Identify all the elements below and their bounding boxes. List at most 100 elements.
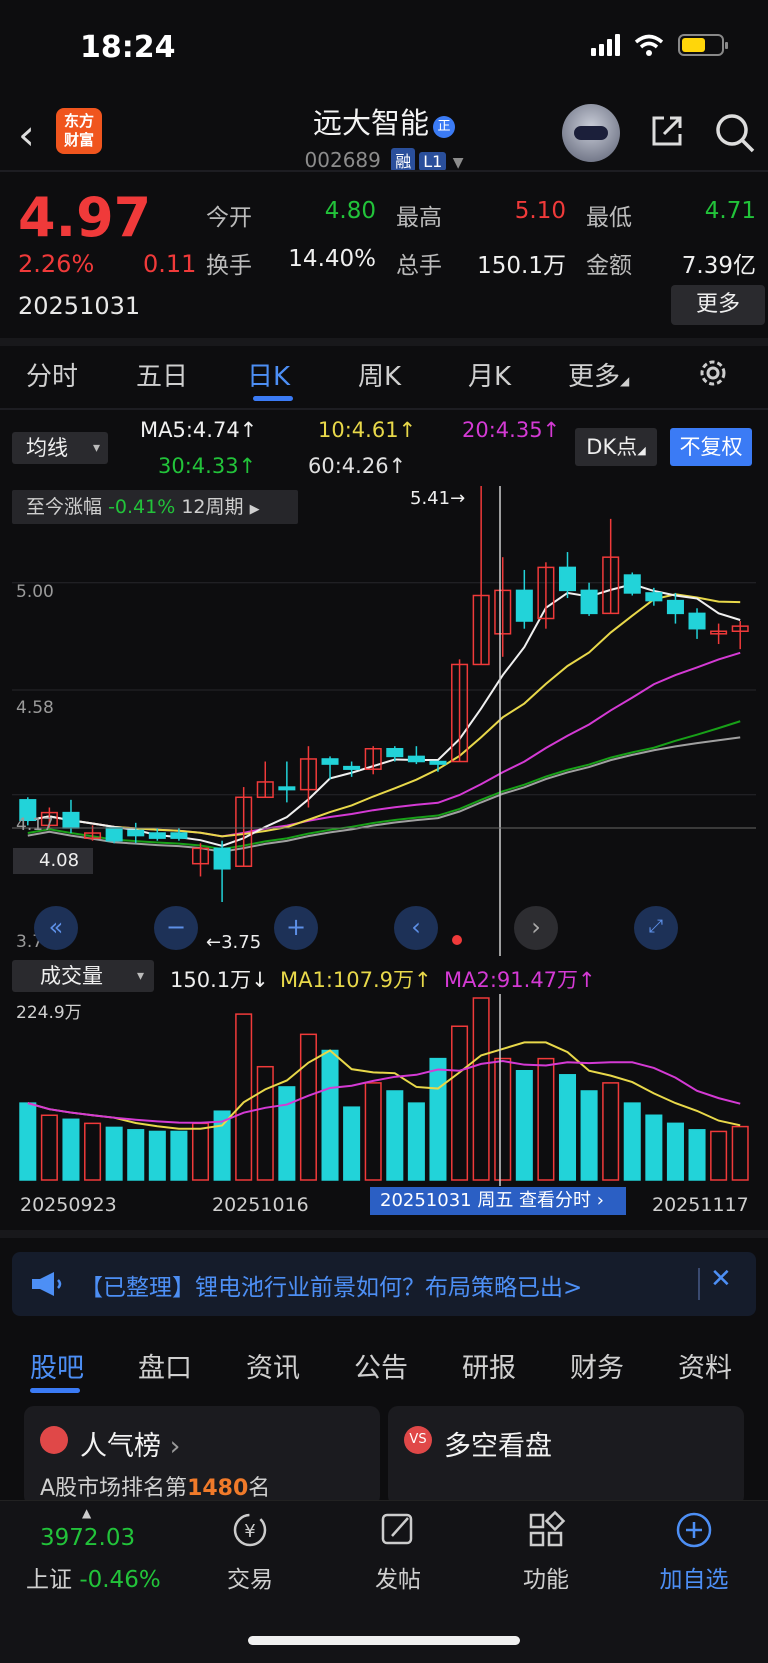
- candle-body: [321, 758, 339, 765]
- dk-point-button[interactable]: DK点◢: [575, 428, 657, 466]
- close-icon[interactable]: ✕: [710, 1264, 732, 1294]
- tab-orderbook[interactable]: 盘口: [138, 1346, 192, 1385]
- date-tooltip[interactable]: 20251031 周五 查看分时 ›: [370, 1187, 626, 1215]
- volume-indicator-select[interactable]: 成交量: [12, 960, 154, 992]
- tab-news[interactable]: 资讯: [246, 1346, 300, 1385]
- volume-bar: [580, 1090, 598, 1181]
- volume-ma2: MA2:91.47万↑: [444, 968, 596, 992]
- tab-more-label: 更多: [568, 362, 621, 392]
- candle-body: [127, 829, 145, 837]
- trade-icon[interactable]: ¥: [230, 1510, 270, 1550]
- nav-add-watchlist[interactable]: 加自选: [644, 1560, 744, 1594]
- megaphone-icon: [32, 1272, 62, 1296]
- date-tooltip-text: 20251031 周五 查看分时: [380, 1190, 592, 1211]
- home-indicator: [248, 1636, 520, 1645]
- nav-trade[interactable]: 交易: [200, 1560, 300, 1594]
- open-value: 4.80: [324, 198, 376, 224]
- ma60-value: 60:4.26↑: [308, 454, 407, 478]
- volume-bar: [105, 1126, 123, 1181]
- quote-date: 20251031: [18, 292, 141, 320]
- tab-monthly-k[interactable]: 月K: [468, 356, 511, 393]
- tab-daily-k[interactable]: 日K: [247, 356, 290, 393]
- index-value[interactable]: 3972.03: [40, 1525, 135, 1551]
- volume-bar: [62, 1118, 80, 1181]
- candle-body: [623, 574, 641, 594]
- grid-icon[interactable]: [526, 1510, 566, 1550]
- no-adjust-button[interactable]: 不复权: [670, 428, 752, 466]
- zoom-in-icon[interactable]: +: [274, 906, 318, 950]
- nav-post[interactable]: 发帖: [348, 1560, 448, 1594]
- volume-bar: [191, 1122, 210, 1181]
- kline-chart[interactable]: [12, 486, 756, 956]
- news-text[interactable]: 【已整理】锂电池行业前景如何？布局策略已出>: [80, 1268, 582, 1302]
- rank-number: 1480: [187, 1476, 249, 1501]
- battery-icon: [678, 34, 728, 56]
- volume-bar: [148, 1130, 166, 1181]
- turnover-label: 换手: [206, 253, 252, 279]
- add-watchlist-icon[interactable]: [674, 1510, 714, 1550]
- index-pct: -0.46%: [79, 1567, 161, 1593]
- volume-chart[interactable]: [12, 994, 756, 1186]
- range-label: 至今涨幅: [26, 496, 103, 518]
- volume-bar: [170, 1130, 188, 1181]
- amount-value: 7.39亿: [681, 253, 756, 279]
- index-line[interactable]: 上证 -0.46%: [26, 1560, 161, 1594]
- tab-intraday[interactable]: 分时: [26, 356, 78, 393]
- search-icon[interactable]: [714, 112, 756, 154]
- tab-forum[interactable]: 股吧: [30, 1346, 84, 1385]
- candle-body: [645, 592, 663, 602]
- min-price-marker: ←3.75: [206, 932, 262, 953]
- corner-arrow-icon: ◢: [637, 444, 646, 457]
- volume-bar: [688, 1129, 706, 1181]
- tab-more-periods[interactable]: 更多◢: [568, 356, 629, 393]
- volume-bar: [256, 1065, 274, 1181]
- chart-divider: [0, 1230, 768, 1238]
- volume-bar: [364, 1082, 382, 1181]
- range-gain-box[interactable]: 至今涨幅 -0.41% 12周期 ▶: [12, 490, 298, 524]
- assistant-robot-icon[interactable]: [562, 104, 620, 162]
- volume-bar: [666, 1122, 684, 1181]
- last-price: 4.97: [18, 186, 152, 249]
- y-label-4-58: 4.58: [16, 698, 54, 718]
- prev-icon[interactable]: ‹: [394, 906, 438, 950]
- open-label: 今开: [206, 205, 252, 231]
- tab-weekly-k[interactable]: 周K: [358, 356, 401, 393]
- ma10-value: 10:4.61↑: [318, 418, 417, 442]
- share-icon[interactable]: [648, 112, 686, 150]
- nav-functions[interactable]: 功能: [496, 1560, 596, 1594]
- tabs-divider: [0, 408, 768, 410]
- section-tab-underline: [30, 1388, 80, 1393]
- volume-bar: [321, 1049, 339, 1181]
- long-short-card[interactable]: [388, 1406, 744, 1506]
- corner-arrow-icon: ◢: [620, 374, 630, 388]
- x-label-end: 20251117: [652, 1194, 749, 1216]
- zheng-badge: 正: [433, 116, 455, 138]
- volume-bar: [386, 1090, 404, 1181]
- popularity-subtitle: A股市场排名第1480名: [40, 1470, 270, 1502]
- tab-announcements[interactable]: 公告: [354, 1346, 408, 1385]
- volume-value: 150.1万: [477, 253, 566, 279]
- stock-code-line[interactable]: 002689 融 L1 ▼: [0, 148, 768, 172]
- ma20-value: 20:4.35↑: [462, 418, 561, 442]
- volume-bar: [623, 1102, 641, 1181]
- zoom-out-icon[interactable]: −: [154, 906, 198, 950]
- stock-name-text: 远大智能: [312, 106, 429, 140]
- tab-financials[interactable]: 财务: [570, 1346, 624, 1385]
- news-separator: [698, 1268, 700, 1300]
- popularity-title: 人气榜 ›: [80, 1424, 180, 1463]
- tab-research[interactable]: 研报: [462, 1346, 516, 1385]
- volume-bar: [451, 1025, 469, 1181]
- next-icon[interactable]: ›: [514, 906, 558, 950]
- y-label-5-00: 5.00: [16, 582, 54, 602]
- compose-icon[interactable]: [378, 1510, 418, 1550]
- header-divider: [0, 170, 768, 172]
- fullscreen-icon[interactable]: ⤢: [634, 906, 678, 950]
- gear-icon[interactable]: [696, 356, 730, 390]
- more-quote-button[interactable]: 更多: [671, 285, 765, 325]
- tab-profile[interactable]: 资料: [678, 1346, 732, 1385]
- wifi-icon: [634, 34, 664, 56]
- rewind-icon[interactable]: «: [34, 906, 78, 950]
- volume-bar: [731, 1125, 749, 1181]
- tab-five-day[interactable]: 五日: [136, 356, 188, 393]
- indicator-select[interactable]: 均线: [12, 432, 108, 464]
